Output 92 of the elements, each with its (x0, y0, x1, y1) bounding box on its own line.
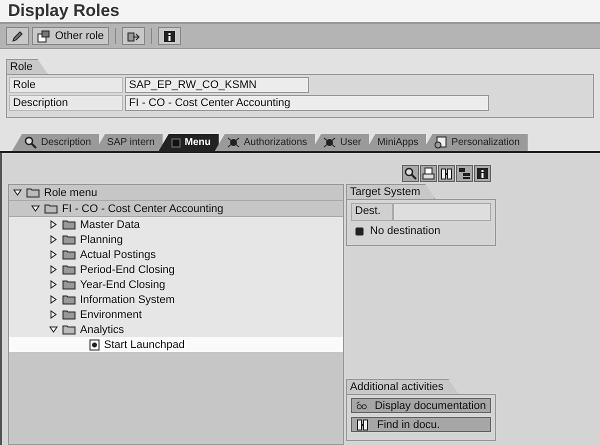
tree-item-label: FI - CO - Cost Center Accounting (62, 202, 224, 214)
glasses-icon (356, 399, 367, 412)
settings-icon (434, 136, 448, 149)
tree-row[interactable]: Start Launchpad (9, 337, 343, 352)
field-label: Description (9, 95, 123, 111)
hierarchy-icon (458, 167, 471, 180)
expand-icon[interactable] (49, 280, 58, 289)
tree-row[interactable]: Role menu (9, 185, 343, 201)
input-field[interactable]: SAP_EP_RW_CO_KSMN (125, 77, 309, 93)
field-label: Role (9, 77, 123, 93)
bug-icon (226, 136, 240, 149)
toolbar-button[interactable] (6, 27, 29, 45)
folder-icon (62, 294, 76, 305)
tree-item-label: Planning (80, 234, 123, 246)
status-icon (355, 226, 364, 236)
tab-label: MiniApps (377, 137, 418, 148)
folder-icon (62, 219, 76, 230)
tab-label: SAP intern (107, 137, 155, 148)
tree-row[interactable]: Year-End Closing (9, 277, 343, 292)
tree-item-label: Year-End Closing (80, 278, 166, 290)
collapse-icon[interactable] (49, 325, 58, 334)
tree-item-label: Actual Postings (80, 248, 156, 260)
tree-row[interactable]: Analytics (9, 322, 343, 337)
tree-item-label: Start Launchpad (104, 338, 185, 350)
other-role-button[interactable]: Other role (32, 27, 109, 45)
folder-icon (62, 279, 76, 290)
activity-button[interactable]: Find in docu. (351, 417, 491, 432)
tab-label: Menu (184, 137, 211, 148)
tab-label: Description (41, 137, 92, 148)
toolbar-button[interactable] (474, 165, 491, 182)
tree-item-label: Analytics (80, 324, 124, 336)
tree-row[interactable]: FI - CO - Cost Center Accounting (9, 201, 343, 217)
tree-row[interactable]: Master Data (9, 217, 343, 232)
tree-item-label: Period-End Closing (80, 264, 175, 276)
tree-item-label: Information System (80, 294, 175, 306)
input-field[interactable] (393, 203, 491, 221)
tree-row[interactable]: Actual Postings (9, 247, 343, 262)
toolbar-button[interactable] (158, 27, 181, 45)
expand-icon[interactable] (49, 265, 58, 274)
square-icon (170, 138, 181, 148)
expand-icon[interactable] (49, 310, 58, 319)
expand-icon[interactable] (49, 235, 58, 244)
tree-row[interactable]: Environment (9, 307, 343, 322)
binoculars-icon (356, 418, 369, 431)
search-icon (24, 136, 37, 149)
window-icon (37, 30, 50, 42)
folder-icon (44, 203, 58, 214)
tree-row[interactable]: Period-End Closing (9, 262, 343, 277)
toolbar-button[interactable] (456, 165, 473, 182)
pencil-icon (11, 30, 24, 42)
status-text: No destination (370, 225, 440, 237)
expand-icon[interactable] (49, 250, 58, 259)
tab[interactable]: Description (12, 134, 100, 151)
document-icon (89, 338, 100, 350)
collapse-icon[interactable] (31, 204, 40, 213)
info-icon (162, 30, 176, 42)
search-icon (404, 167, 417, 180)
toolbar-button[interactable] (402, 165, 419, 182)
transfer-icon (126, 30, 140, 42)
activity-button[interactable]: Display documentation (351, 398, 491, 413)
group-title: Role (6, 59, 48, 74)
toolbar-button[interactable] (438, 165, 455, 182)
tree-row[interactable]: Planning (9, 232, 343, 247)
expand-icon[interactable] (49, 220, 58, 229)
bug-icon (323, 136, 336, 149)
tab-label: Authorizations (244, 137, 308, 148)
page-title: Display Roles (8, 1, 120, 21)
tree-item-label: Role menu (44, 186, 98, 198)
tab[interactable]: Authorizations (214, 134, 316, 151)
tab-label: Personalization (451, 137, 520, 148)
folder-icon (62, 309, 76, 320)
tab-label: User (340, 137, 362, 148)
folder-icon (62, 234, 76, 245)
info-icon (476, 167, 489, 180)
toolbar-button[interactable] (420, 165, 437, 182)
expand-icon[interactable] (49, 295, 58, 304)
folder-icon (62, 249, 76, 260)
folder-icon (62, 324, 76, 335)
folder-icon (62, 264, 76, 275)
tree-row[interactable]: Information System (9, 292, 343, 307)
group-title: Target System (346, 184, 436, 199)
group-title: Additional activities (346, 379, 459, 394)
field-label: Dest. (351, 203, 393, 221)
binoculars-icon (440, 167, 453, 180)
print-icon (422, 167, 435, 180)
toolbar-button[interactable] (122, 27, 145, 45)
tree-item-label: Master Data (80, 218, 140, 230)
tree-item-label: Environment (80, 308, 142, 320)
tab[interactable]: Menu (158, 134, 219, 151)
folder-icon (26, 187, 40, 198)
input-field[interactable]: FI - CO - Cost Center Accounting (125, 95, 489, 111)
collapse-icon[interactable] (13, 188, 22, 197)
